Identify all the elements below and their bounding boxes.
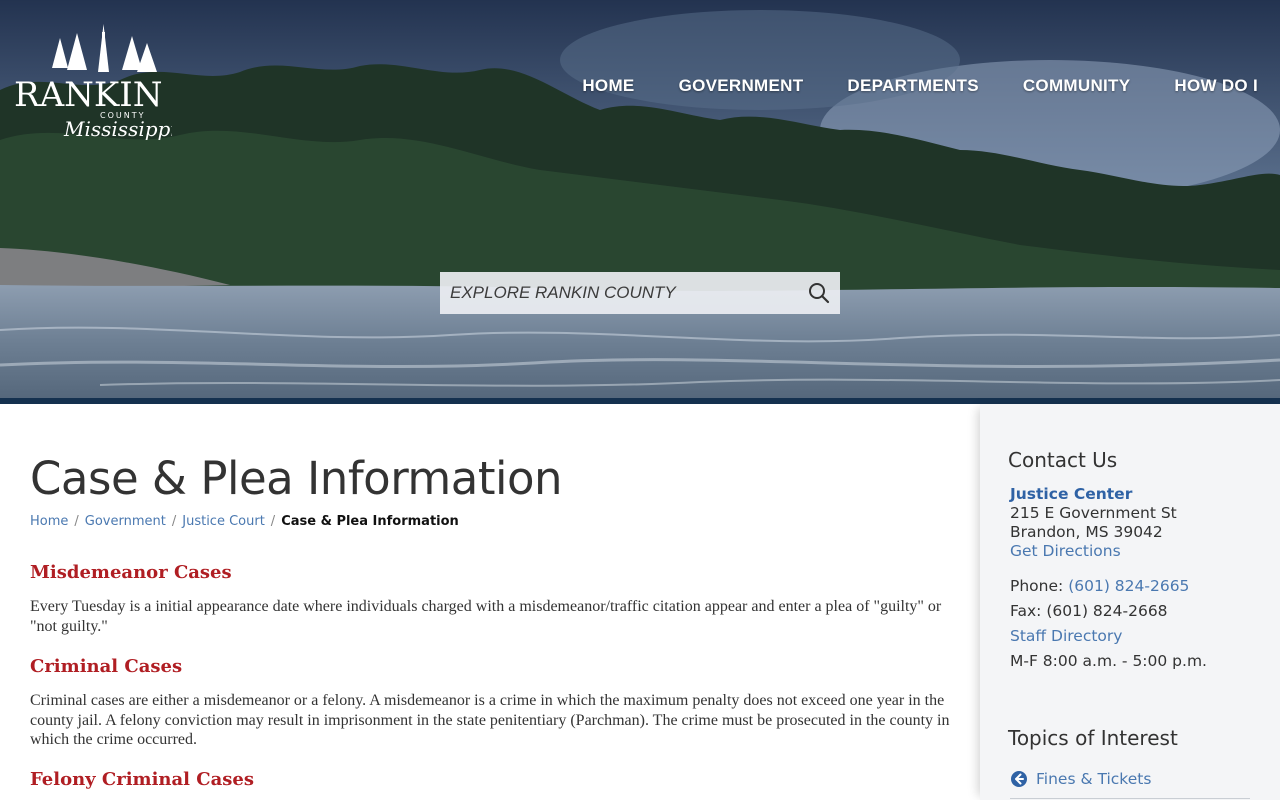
get-directions-link[interactable]: Get Directions: [1010, 542, 1121, 560]
breadcrumb-current: Case & Plea Information: [281, 514, 459, 529]
fax-line: Fax: (601) 824-2668: [1010, 602, 1168, 620]
breadcrumb-separator: /: [171, 514, 177, 529]
section-heading: Criminal Cases: [30, 656, 183, 677]
breadcrumb-government[interactable]: Government: [85, 514, 166, 529]
nav-how-do-i[interactable]: HOW DO I: [1174, 76, 1258, 96]
nav-departments[interactable]: DEPARTMENTS: [847, 76, 978, 96]
office-hours: M-F 8:00 a.m. - 5:00 p.m.: [1010, 652, 1207, 670]
search-button[interactable]: [798, 272, 840, 314]
topic-label: Fines & Tickets: [1036, 770, 1152, 788]
misdemeanor-section: Misdemeanor Cases Every Tuesday is a ini…: [30, 562, 965, 636]
address-line-2: Brandon, MS 39042: [1010, 523, 1163, 541]
staff-directory-link[interactable]: Staff Directory: [1010, 627, 1122, 645]
felony-section: Felony Criminal Cases: [30, 769, 965, 790]
nav-community[interactable]: COMMUNITY: [1023, 76, 1131, 96]
svg-text:Mississippi: Mississippi: [63, 117, 172, 141]
river-landscape-image: [0, 0, 1280, 400]
section-heading: Felony Criminal Cases: [30, 769, 254, 790]
search-input[interactable]: [440, 272, 798, 314]
logo-image: RANKIN COUNTY Mississippi: [14, 24, 177, 141]
search-icon: [809, 283, 830, 304]
nav-home[interactable]: HOME: [582, 76, 634, 96]
hero-banner: RANKIN COUNTY Mississippi HOME GOVERNMEN…: [0, 0, 1280, 400]
office-name: Justice Center: [1010, 485, 1133, 503]
section-body: Every Tuesday is a initial appearance da…: [30, 598, 942, 635]
breadcrumb-separator: /: [270, 514, 276, 529]
breadcrumb-justice-court[interactable]: Justice Court: [182, 514, 265, 529]
main-navigation: HOME GOVERNMENT DEPARTMENTS COMMUNITY HO…: [582, 76, 1258, 96]
criminal-section: Criminal Cases Criminal cases are either…: [30, 656, 965, 750]
contact-heading: Contact Us: [1008, 448, 1118, 472]
page-title: Case & Plea Information: [30, 452, 563, 505]
topics-heading: Topics of Interest: [1008, 726, 1178, 750]
topic-link-fines-tickets[interactable]: Fines & Tickets: [1010, 770, 1250, 799]
breadcrumb-home[interactable]: Home: [30, 514, 68, 529]
section-heading: Misdemeanor Cases: [30, 562, 232, 583]
phone-line: Phone: (601) 824-2665: [1010, 577, 1189, 595]
nav-government[interactable]: GOVERNMENT: [679, 76, 804, 96]
phone-label: Phone:: [1010, 577, 1064, 595]
site-search: [440, 272, 840, 314]
address-line-1: 215 E Government St: [1010, 504, 1177, 522]
breadcrumb: Home / Government / Justice Court / Case…: [30, 514, 459, 529]
section-body: Criminal cases are either a misdemeanor …: [30, 692, 950, 748]
rankin-county-logo[interactable]: RANKIN COUNTY Mississippi: [12, 18, 177, 148]
arrow-circle-left-icon: [1011, 771, 1027, 787]
phone-link[interactable]: (601) 824-2665: [1068, 577, 1189, 595]
contact-sidebar: Contact Us Justice Center 215 E Governme…: [980, 404, 1280, 800]
logo-wordmark: RANKIN: [14, 75, 162, 115]
breadcrumb-separator: /: [74, 514, 79, 529]
